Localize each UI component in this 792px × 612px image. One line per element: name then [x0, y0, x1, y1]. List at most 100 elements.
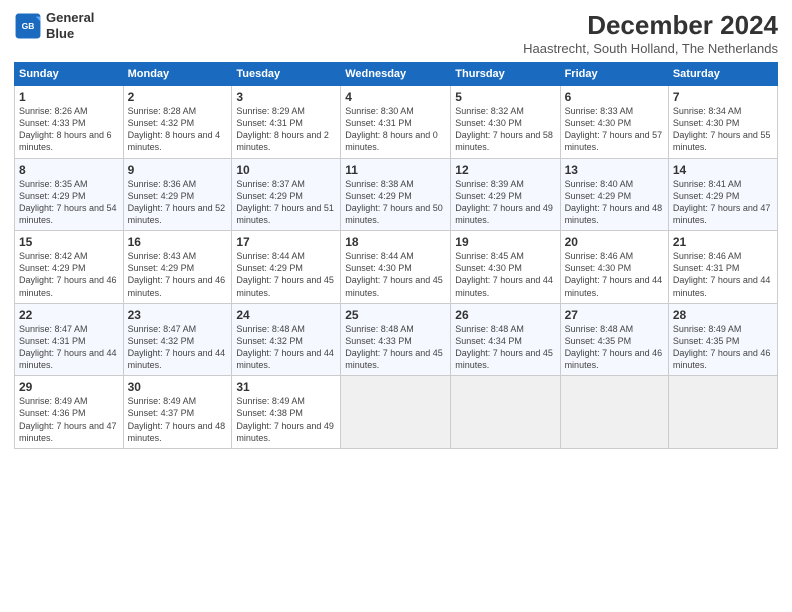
sunset-label: Sunset: 4:30 PM [565, 263, 632, 273]
sunset-label: Sunset: 4:35 PM [565, 336, 632, 346]
table-row: 16 Sunrise: 8:43 AM Sunset: 4:29 PM Dayl… [123, 231, 232, 304]
table-row: 5 Sunrise: 8:32 AM Sunset: 4:30 PM Dayli… [451, 86, 560, 159]
sunset-label: Sunset: 4:29 PM [673, 191, 740, 201]
sunset-label: Sunset: 4:35 PM [673, 336, 740, 346]
table-row: 31 Sunrise: 8:49 AM Sunset: 4:38 PM Dayl… [232, 376, 341, 449]
col-sunday: Sunday [15, 63, 124, 86]
daylight-label: Daylight: 7 hours and 44 minutes. [128, 348, 226, 370]
calendar-header-row: Sunday Monday Tuesday Wednesday Thursday… [15, 63, 778, 86]
sunset-label: Sunset: 4:31 PM [19, 336, 86, 346]
cell-info: Sunrise: 8:35 AM Sunset: 4:29 PM Dayligh… [19, 178, 119, 227]
daylight-label: Daylight: 7 hours and 44 minutes. [565, 275, 663, 297]
daylight-label: Daylight: 7 hours and 49 minutes. [455, 203, 553, 225]
sunrise-label: Sunrise: 8:37 AM [236, 179, 305, 189]
table-row: 7 Sunrise: 8:34 AM Sunset: 4:30 PM Dayli… [668, 86, 777, 159]
sunset-label: Sunset: 4:33 PM [345, 336, 412, 346]
sunset-label: Sunset: 4:30 PM [455, 263, 522, 273]
table-row: 22 Sunrise: 8:47 AM Sunset: 4:31 PM Dayl… [15, 303, 124, 376]
day-number: 27 [565, 308, 664, 322]
table-row: 6 Sunrise: 8:33 AM Sunset: 4:30 PM Dayli… [560, 86, 668, 159]
table-row: 1 Sunrise: 8:26 AM Sunset: 4:33 PM Dayli… [15, 86, 124, 159]
sunrise-label: Sunrise: 8:45 AM [455, 251, 524, 261]
sunset-label: Sunset: 4:31 PM [673, 263, 740, 273]
sunrise-label: Sunrise: 8:48 AM [565, 324, 634, 334]
sunrise-label: Sunrise: 8:26 AM [19, 106, 88, 116]
day-number: 3 [236, 90, 336, 104]
day-number: 12 [455, 163, 555, 177]
cell-info: Sunrise: 8:46 AM Sunset: 4:31 PM Dayligh… [673, 250, 773, 299]
sunset-label: Sunset: 4:31 PM [236, 118, 303, 128]
col-tuesday: Tuesday [232, 63, 341, 86]
table-row [668, 376, 777, 449]
daylight-label: Daylight: 7 hours and 46 minutes. [565, 348, 663, 370]
sunset-label: Sunset: 4:30 PM [565, 118, 632, 128]
cell-info: Sunrise: 8:44 AM Sunset: 4:29 PM Dayligh… [236, 250, 336, 299]
sunrise-label: Sunrise: 8:48 AM [345, 324, 414, 334]
sunrise-label: Sunrise: 8:38 AM [345, 179, 414, 189]
daylight-label: Daylight: 7 hours and 45 minutes. [236, 275, 334, 297]
calendar-page: GB General Blue December 2024 Haastrecht… [0, 0, 792, 612]
calendar-table: Sunday Monday Tuesday Wednesday Thursday… [14, 62, 778, 449]
sunrise-label: Sunrise: 8:28 AM [128, 106, 197, 116]
sunset-label: Sunset: 4:29 PM [128, 191, 195, 201]
cell-info: Sunrise: 8:48 AM Sunset: 4:35 PM Dayligh… [565, 323, 664, 372]
col-monday: Monday [123, 63, 232, 86]
sunrise-label: Sunrise: 8:42 AM [19, 251, 88, 261]
day-number: 21 [673, 235, 773, 249]
table-row: 24 Sunrise: 8:48 AM Sunset: 4:32 PM Dayl… [232, 303, 341, 376]
cell-info: Sunrise: 8:43 AM Sunset: 4:29 PM Dayligh… [128, 250, 228, 299]
day-number: 19 [455, 235, 555, 249]
cell-info: Sunrise: 8:46 AM Sunset: 4:30 PM Dayligh… [565, 250, 664, 299]
sunrise-label: Sunrise: 8:29 AM [236, 106, 305, 116]
daylight-label: Daylight: 7 hours and 44 minutes. [673, 275, 771, 297]
day-number: 4 [345, 90, 446, 104]
sunset-label: Sunset: 4:31 PM [345, 118, 412, 128]
sunset-label: Sunset: 4:38 PM [236, 408, 303, 418]
daylight-label: Daylight: 7 hours and 46 minutes. [128, 275, 226, 297]
cell-info: Sunrise: 8:42 AM Sunset: 4:29 PM Dayligh… [19, 250, 119, 299]
daylight-label: Daylight: 7 hours and 47 minutes. [673, 203, 771, 225]
subtitle: Haastrecht, South Holland, The Netherlan… [523, 41, 778, 56]
cell-info: Sunrise: 8:32 AM Sunset: 4:30 PM Dayligh… [455, 105, 555, 154]
sunrise-label: Sunrise: 8:46 AM [673, 251, 742, 261]
day-number: 29 [19, 380, 119, 394]
day-number: 11 [345, 163, 446, 177]
sunset-label: Sunset: 4:30 PM [673, 118, 740, 128]
sunrise-label: Sunrise: 8:32 AM [455, 106, 524, 116]
cell-info: Sunrise: 8:40 AM Sunset: 4:29 PM Dayligh… [565, 178, 664, 227]
cell-info: Sunrise: 8:45 AM Sunset: 4:30 PM Dayligh… [455, 250, 555, 299]
daylight-label: Daylight: 8 hours and 2 minutes. [236, 130, 329, 152]
sunrise-label: Sunrise: 8:30 AM [345, 106, 414, 116]
sunset-label: Sunset: 4:34 PM [455, 336, 522, 346]
table-row: 19 Sunrise: 8:45 AM Sunset: 4:30 PM Dayl… [451, 231, 560, 304]
sunrise-label: Sunrise: 8:49 AM [128, 396, 197, 406]
table-row [451, 376, 560, 449]
sunrise-label: Sunrise: 8:40 AM [565, 179, 634, 189]
day-number: 30 [128, 380, 228, 394]
daylight-label: Daylight: 8 hours and 6 minutes. [19, 130, 112, 152]
col-wednesday: Wednesday [341, 63, 451, 86]
table-row: 4 Sunrise: 8:30 AM Sunset: 4:31 PM Dayli… [341, 86, 451, 159]
calendar-week-row: 15 Sunrise: 8:42 AM Sunset: 4:29 PM Dayl… [15, 231, 778, 304]
logo-icon: GB [14, 12, 42, 40]
day-number: 7 [673, 90, 773, 104]
table-row: 3 Sunrise: 8:29 AM Sunset: 4:31 PM Dayli… [232, 86, 341, 159]
daylight-label: Daylight: 7 hours and 47 minutes. [19, 421, 117, 443]
cell-info: Sunrise: 8:41 AM Sunset: 4:29 PM Dayligh… [673, 178, 773, 227]
daylight-label: Daylight: 7 hours and 50 minutes. [345, 203, 443, 225]
table-row: 15 Sunrise: 8:42 AM Sunset: 4:29 PM Dayl… [15, 231, 124, 304]
table-row [341, 376, 451, 449]
calendar-week-row: 29 Sunrise: 8:49 AM Sunset: 4:36 PM Dayl… [15, 376, 778, 449]
sunrise-label: Sunrise: 8:49 AM [236, 396, 305, 406]
table-row: 8 Sunrise: 8:35 AM Sunset: 4:29 PM Dayli… [15, 158, 124, 231]
daylight-label: Daylight: 7 hours and 45 minutes. [345, 348, 443, 370]
sunrise-label: Sunrise: 8:49 AM [19, 396, 88, 406]
sunrise-label: Sunrise: 8:34 AM [673, 106, 742, 116]
cell-info: Sunrise: 8:49 AM Sunset: 4:35 PM Dayligh… [673, 323, 773, 372]
sunset-label: Sunset: 4:32 PM [128, 118, 195, 128]
logo-text: General Blue [46, 10, 94, 41]
daylight-label: Daylight: 7 hours and 44 minutes. [236, 348, 334, 370]
sunrise-label: Sunrise: 8:44 AM [236, 251, 305, 261]
cell-info: Sunrise: 8:28 AM Sunset: 4:32 PM Dayligh… [128, 105, 228, 154]
logo: GB General Blue [14, 10, 94, 41]
